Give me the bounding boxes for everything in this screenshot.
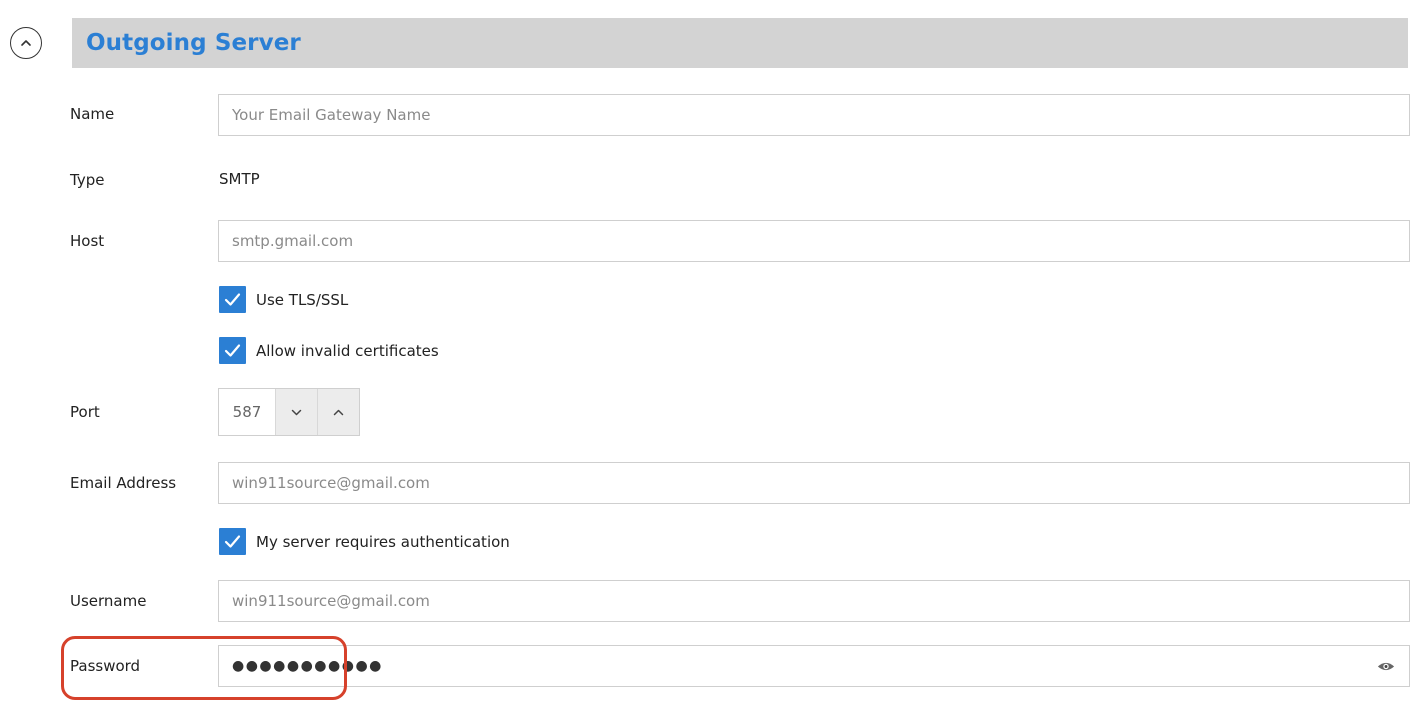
host-label: Host xyxy=(70,232,105,250)
port-value[interactable]: 587 xyxy=(219,389,275,435)
allow-invalid-certs-checkbox-row[interactable]: Allow invalid certificates xyxy=(219,337,439,364)
name-label: Name xyxy=(70,105,115,123)
host-input[interactable] xyxy=(218,220,1410,262)
password-label: Password xyxy=(70,657,141,675)
chevron-down-icon xyxy=(291,409,302,415)
checkmark-icon xyxy=(224,344,241,357)
password-input[interactable]: ●●●●●●●●●●● xyxy=(218,645,1410,687)
checkmark-icon xyxy=(224,293,241,306)
show-password-button[interactable] xyxy=(1376,658,1396,674)
email-input[interactable] xyxy=(218,462,1410,504)
port-decrement-button[interactable] xyxy=(275,389,317,435)
username-label: Username xyxy=(70,592,147,610)
port-stepper: 587 xyxy=(218,388,360,436)
requires-auth-checkbox[interactable] xyxy=(219,528,246,555)
type-label: Type xyxy=(70,171,105,189)
requires-auth-label: My server requires authentication xyxy=(256,532,510,551)
allow-invalid-certs-label: Allow invalid certificates xyxy=(256,341,439,360)
chevron-up-icon xyxy=(21,40,31,46)
use-tls-label: Use TLS/SSL xyxy=(256,290,349,309)
use-tls-checkbox-row[interactable]: Use TLS/SSL xyxy=(219,286,348,313)
collapse-section-button[interactable] xyxy=(10,27,42,59)
password-masked-value: ●●●●●●●●●●● xyxy=(232,658,383,674)
port-label: Port xyxy=(70,403,100,421)
chevron-up-icon xyxy=(333,409,344,415)
allow-invalid-certs-checkbox[interactable] xyxy=(219,337,246,364)
name-input[interactable] xyxy=(218,94,1410,136)
requires-auth-checkbox-row[interactable]: My server requires authentication xyxy=(219,528,510,555)
username-input[interactable] xyxy=(218,580,1410,622)
checkmark-icon xyxy=(224,535,241,548)
use-tls-checkbox[interactable] xyxy=(219,286,246,313)
eye-icon xyxy=(1377,662,1395,670)
section-header: Outgoing Server xyxy=(72,18,1408,68)
outgoing-server-panel: Outgoing Server Name Type SMTP Host Use … xyxy=(0,0,1426,708)
email-label: Email Address xyxy=(70,474,177,492)
section-title: Outgoing Server xyxy=(86,30,301,56)
port-increment-button[interactable] xyxy=(317,389,359,435)
type-value: SMTP xyxy=(219,170,260,188)
